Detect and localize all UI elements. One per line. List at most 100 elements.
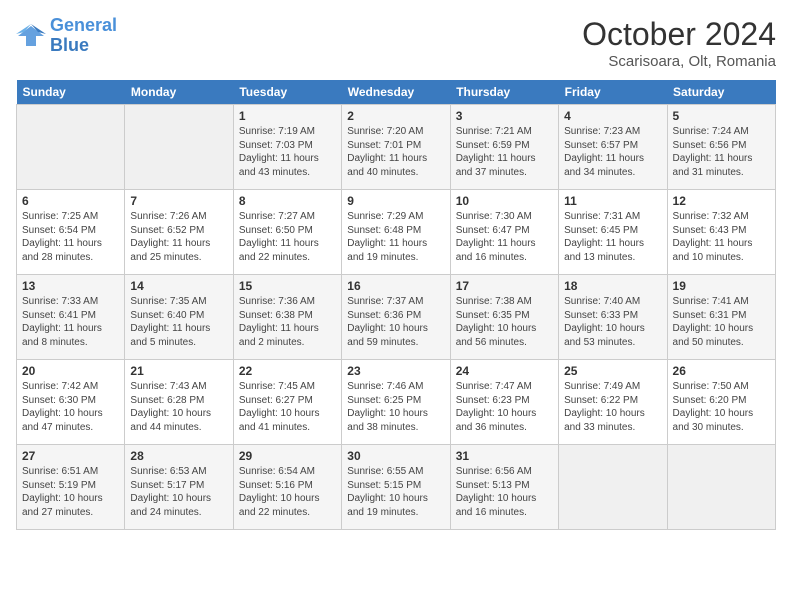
cell-sun-info: Sunrise: 7:42 AM Sunset: 6:30 PM Dayligh…: [22, 380, 119, 434]
calendar-cell: 28 Sunrise: 6:53 AM Sunset: 5:17 PM Dayli…: [125, 445, 233, 530]
day-number: 30: [347, 449, 444, 463]
cell-sun-info: Sunrise: 7:29 AM Sunset: 6:48 PM Dayligh…: [347, 210, 444, 264]
cell-sun-info: Sunrise: 7:40 AM Sunset: 6:33 PM Dayligh…: [564, 295, 661, 349]
day-number: 28: [130, 449, 227, 463]
calendar-cell: 19Sunrise: 7:41 AM Sunset: 6:31 PM Dayli…: [667, 275, 775, 360]
calendar-cell: 9 Sunrise: 7:29 AM Sunset: 6:48 PM Daylig…: [342, 190, 450, 275]
calendar-cell: 5 Sunrise: 7:24 AM Sunset: 6:56 PM Daylig…: [667, 105, 775, 190]
cell-sun-info: Sunrise: 7:33 AM Sunset: 6:41 PM Dayligh…: [22, 295, 119, 349]
day-number: 15: [239, 279, 336, 293]
cell-sun-info: Sunrise: 7:24 AM Sunset: 6:56 PM Dayligh…: [673, 125, 770, 179]
month-title: October 2024: [582, 16, 776, 53]
cell-sun-info: Sunrise: 7:26 AM Sunset: 6:52 PM Dayligh…: [130, 210, 227, 264]
calendar-cell: 15 Sunrise: 7:36 AM Sunset: 6:38 PM Dayli…: [233, 275, 341, 360]
week-row-1: 1 Sunrise: 7:19 AM Sunset: 7:03 PM Daylig…: [17, 105, 776, 190]
cell-sun-info: Sunrise: 6:53 AM Sunset: 5:17 PM Dayligh…: [130, 465, 227, 519]
day-number: 21: [130, 364, 227, 378]
calendar-cell: 14 Sunrise: 7:35 AM Sunset: 6:40 PM Dayli…: [125, 275, 233, 360]
cell-sun-info: Sunrise: 7:43 AM Sunset: 6:28 PM Dayligh…: [130, 380, 227, 434]
day-number: 9: [347, 194, 444, 208]
logo-text: General Blue: [50, 16, 117, 56]
calendar-cell: 20 Sunrise: 7:42 AM Sunset: 6:30 PM Dayli…: [17, 360, 125, 445]
week-row-4: 20 Sunrise: 7:42 AM Sunset: 6:30 PM Dayli…: [17, 360, 776, 445]
cell-sun-info: Sunrise: 7:37 AM Sunset: 6:36 PM Dayligh…: [347, 295, 444, 349]
calendar-cell: 10 Sunrise: 7:30 AM Sunset: 6:47 PM Dayli…: [450, 190, 558, 275]
calendar-cell: 12 Sunrise: 7:32 AM Sunset: 6:43 PM Dayli…: [667, 190, 775, 275]
cell-sun-info: Sunrise: 7:25 AM Sunset: 6:54 PM Dayligh…: [22, 210, 119, 264]
cell-sun-info: Sunrise: 7:50 AM Sunset: 6:20 PM Dayligh…: [673, 380, 770, 434]
calendar-cell: 25 Sunrise: 7:49 AM Sunset: 6:22 PM Dayli…: [559, 360, 667, 445]
day-number: 24: [456, 364, 553, 378]
calendar-cell: [17, 105, 125, 190]
week-row-2: 6Sunrise: 7:25 AM Sunset: 6:54 PM Daylig…: [17, 190, 776, 275]
week-row-3: 13 Sunrise: 7:33 AM Sunset: 6:41 PM Dayli…: [17, 275, 776, 360]
cell-sun-info: Sunrise: 7:32 AM Sunset: 6:43 PM Dayligh…: [673, 210, 770, 264]
calendar-cell: 22 Sunrise: 7:45 AM Sunset: 6:27 PM Dayli…: [233, 360, 341, 445]
calendar-cell: 7 Sunrise: 7:26 AM Sunset: 6:52 PM Daylig…: [125, 190, 233, 275]
cell-sun-info: Sunrise: 7:19 AM Sunset: 7:03 PM Dayligh…: [239, 125, 336, 179]
day-number: 19: [673, 279, 770, 293]
cell-sun-info: Sunrise: 7:38 AM Sunset: 6:35 PM Dayligh…: [456, 295, 553, 349]
logo-icon: [16, 22, 46, 50]
day-number: 27: [22, 449, 119, 463]
title-block: October 2024 Scarisoara, Olt, Romania: [582, 16, 776, 70]
weekday-header-sunday: Sunday: [17, 80, 125, 105]
day-number: 1: [239, 109, 336, 123]
day-number: 22: [239, 364, 336, 378]
day-number: 14: [130, 279, 227, 293]
day-number: 18: [564, 279, 661, 293]
cell-sun-info: Sunrise: 7:27 AM Sunset: 6:50 PM Dayligh…: [239, 210, 336, 264]
day-number: 13: [22, 279, 119, 293]
calendar-cell: 23Sunrise: 7:46 AM Sunset: 6:25 PM Dayli…: [342, 360, 450, 445]
location: Scarisoara, Olt, Romania: [582, 53, 776, 70]
day-number: 17: [456, 279, 553, 293]
cell-sun-info: Sunrise: 6:51 AM Sunset: 5:19 PM Dayligh…: [22, 465, 119, 519]
weekday-header-row: SundayMondayTuesdayWednesdayThursdayFrid…: [17, 80, 776, 105]
day-number: 10: [456, 194, 553, 208]
day-number: 5: [673, 109, 770, 123]
calendar-cell: 18 Sunrise: 7:40 AM Sunset: 6:33 PM Dayli…: [559, 275, 667, 360]
calendar-cell: 13 Sunrise: 7:33 AM Sunset: 6:41 PM Dayli…: [17, 275, 125, 360]
cell-sun-info: Sunrise: 7:23 AM Sunset: 6:57 PM Dayligh…: [564, 125, 661, 179]
cell-sun-info: Sunrise: 6:55 AM Sunset: 5:15 PM Dayligh…: [347, 465, 444, 519]
calendar-cell: 27 Sunrise: 6:51 AM Sunset: 5:19 PM Dayli…: [17, 445, 125, 530]
day-number: 31: [456, 449, 553, 463]
calendar-cell: 17 Sunrise: 7:38 AM Sunset: 6:35 PM Dayli…: [450, 275, 558, 360]
cell-sun-info: Sunrise: 7:35 AM Sunset: 6:40 PM Dayligh…: [130, 295, 227, 349]
day-number: 2: [347, 109, 444, 123]
calendar-cell: 24Sunrise: 7:47 AM Sunset: 6:23 PM Dayli…: [450, 360, 558, 445]
cell-sun-info: Sunrise: 7:20 AM Sunset: 7:01 PM Dayligh…: [347, 125, 444, 179]
weekday-header-thursday: Thursday: [450, 80, 558, 105]
week-row-5: 27 Sunrise: 6:51 AM Sunset: 5:19 PM Dayli…: [17, 445, 776, 530]
day-number: 11: [564, 194, 661, 208]
calendar-cell: [667, 445, 775, 530]
cell-sun-info: Sunrise: 7:45 AM Sunset: 6:27 PM Dayligh…: [239, 380, 336, 434]
calendar-cell: 30 Sunrise: 6:55 AM Sunset: 5:15 PM Dayli…: [342, 445, 450, 530]
day-number: 20: [22, 364, 119, 378]
day-number: 8: [239, 194, 336, 208]
weekday-header-saturday: Saturday: [667, 80, 775, 105]
calendar-cell: [125, 105, 233, 190]
calendar-cell: 6Sunrise: 7:25 AM Sunset: 6:54 PM Daylig…: [17, 190, 125, 275]
calendar-table: SundayMondayTuesdayWednesdayThursdayFrid…: [16, 80, 776, 530]
cell-sun-info: Sunrise: 7:30 AM Sunset: 6:47 PM Dayligh…: [456, 210, 553, 264]
cell-sun-info: Sunrise: 7:36 AM Sunset: 6:38 PM Dayligh…: [239, 295, 336, 349]
cell-sun-info: Sunrise: 6:56 AM Sunset: 5:13 PM Dayligh…: [456, 465, 553, 519]
day-number: 7: [130, 194, 227, 208]
calendar-cell: 21 Sunrise: 7:43 AM Sunset: 6:28 PM Dayli…: [125, 360, 233, 445]
calendar-cell: 4Sunrise: 7:23 AM Sunset: 6:57 PM Daylig…: [559, 105, 667, 190]
calendar-cell: 3Sunrise: 7:21 AM Sunset: 6:59 PM Daylig…: [450, 105, 558, 190]
page-header: General Blue October 2024 Scarisoara, Ol…: [16, 16, 776, 70]
weekday-header-tuesday: Tuesday: [233, 80, 341, 105]
weekday-header-friday: Friday: [559, 80, 667, 105]
weekday-header-monday: Monday: [125, 80, 233, 105]
cell-sun-info: Sunrise: 7:49 AM Sunset: 6:22 PM Dayligh…: [564, 380, 661, 434]
calendar-cell: 26Sunrise: 7:50 AM Sunset: 6:20 PM Dayli…: [667, 360, 775, 445]
cell-sun-info: Sunrise: 7:31 AM Sunset: 6:45 PM Dayligh…: [564, 210, 661, 264]
cell-sun-info: Sunrise: 7:46 AM Sunset: 6:25 PM Dayligh…: [347, 380, 444, 434]
calendar-cell: [559, 445, 667, 530]
day-number: 25: [564, 364, 661, 378]
logo: General Blue: [16, 16, 117, 56]
day-number: 12: [673, 194, 770, 208]
day-number: 29: [239, 449, 336, 463]
